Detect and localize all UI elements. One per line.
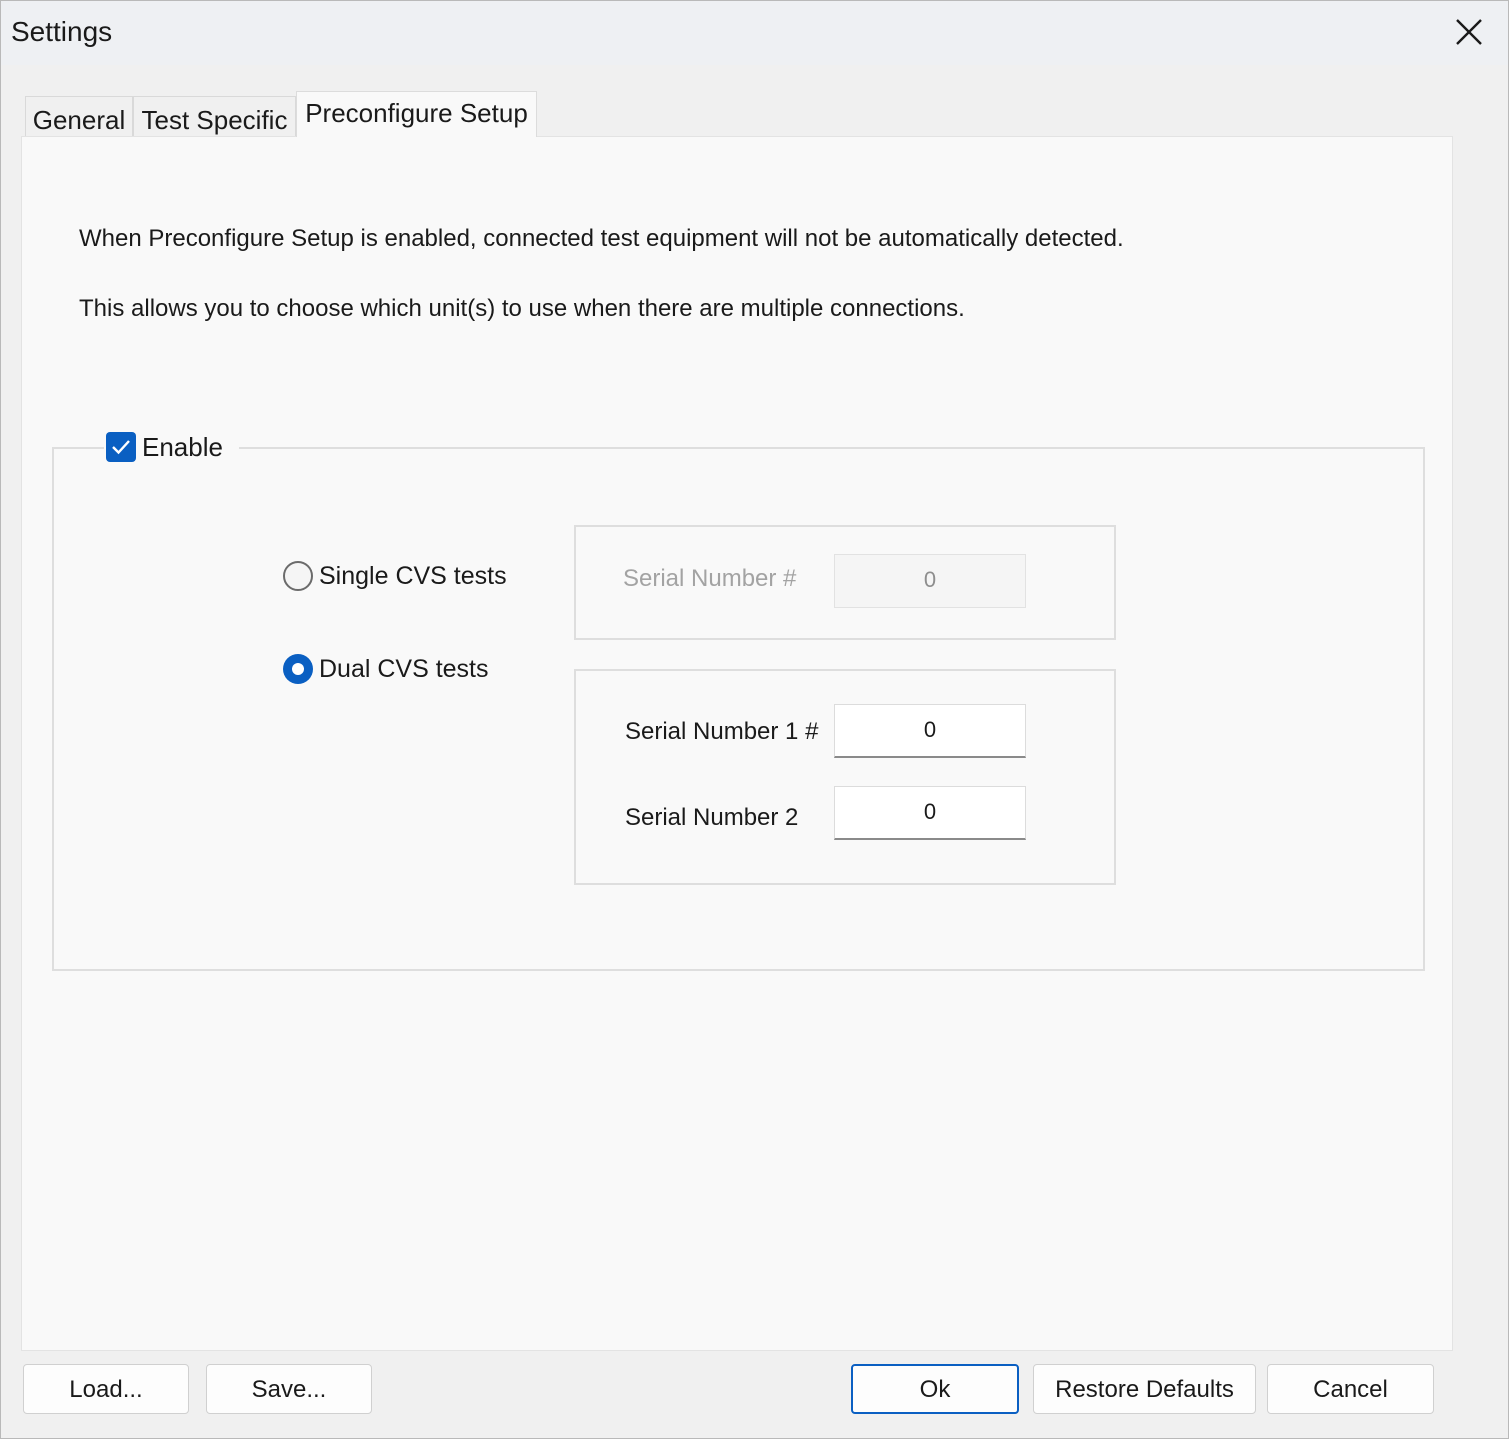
description-text: This allows you to choose which unit(s) …: [79, 295, 965, 322]
single-serial-box: Serial Number # 0: [574, 525, 1116, 640]
radio-button-selected[interactable]: [283, 654, 313, 684]
radio-label: Dual CVS tests: [319, 654, 489, 683]
radio-label: Single CVS tests: [319, 561, 507, 590]
serial-number-label: Serial Number #: [623, 565, 797, 592]
serial-number-field[interactable]: 0: [834, 554, 1026, 608]
tab-label: Preconfigure Setup: [305, 98, 528, 128]
tab-test-specific[interactable]: Test Specific: [133, 96, 296, 136]
tab-general[interactable]: General: [25, 96, 133, 136]
preconfigure-setup-panel: When Preconfigure Setup is enabled, conn…: [21, 136, 1453, 1351]
tab-label: Test Specific: [141, 105, 288, 135]
serial-number-2-field[interactable]: 0: [834, 786, 1026, 840]
enable-label: Enable: [142, 431, 223, 462]
tab-preconfigure-setup[interactable]: Preconfigure Setup: [296, 91, 537, 137]
dual-serial-box: Serial Number 1 # 0 Serial Number 2 0: [574, 669, 1116, 885]
tab-label: General: [32, 105, 126, 135]
settings-dialog: Settings General Test Specific Preconfig…: [0, 0, 1509, 1439]
close-icon: [1456, 19, 1482, 45]
radio-dual-cvs[interactable]: Dual CVS tests: [283, 654, 489, 684]
ok-button[interactable]: Ok: [851, 1364, 1019, 1414]
serial-number-2-label: Serial Number 2: [625, 804, 799, 831]
serial-number-1-field[interactable]: 0: [834, 704, 1026, 758]
save-button[interactable]: Save...: [206, 1364, 372, 1414]
load-button[interactable]: Load...: [23, 1364, 189, 1414]
cancel-button[interactable]: Cancel: [1267, 1364, 1434, 1414]
title-bar: Settings: [1, 1, 1508, 65]
restore-defaults-button[interactable]: Restore Defaults: [1033, 1364, 1256, 1414]
radio-single-cvs[interactable]: Single CVS tests: [283, 561, 507, 591]
serial-number-1-label: Serial Number 1 #: [625, 718, 819, 745]
enable-groupbox: Enable Single CVS tests Dual CVS tests S…: [52, 427, 1425, 971]
window-title: Settings: [11, 16, 113, 47]
close-button[interactable]: [1428, 1, 1508, 65]
checkmark-icon: [112, 440, 130, 455]
checkbox-checked[interactable]: [106, 432, 136, 462]
enable-checkbox[interactable]: Enable: [104, 427, 239, 467]
radio-button-unselected[interactable]: [283, 561, 313, 591]
description-text: When Preconfigure Setup is enabled, conn…: [79, 225, 1124, 252]
